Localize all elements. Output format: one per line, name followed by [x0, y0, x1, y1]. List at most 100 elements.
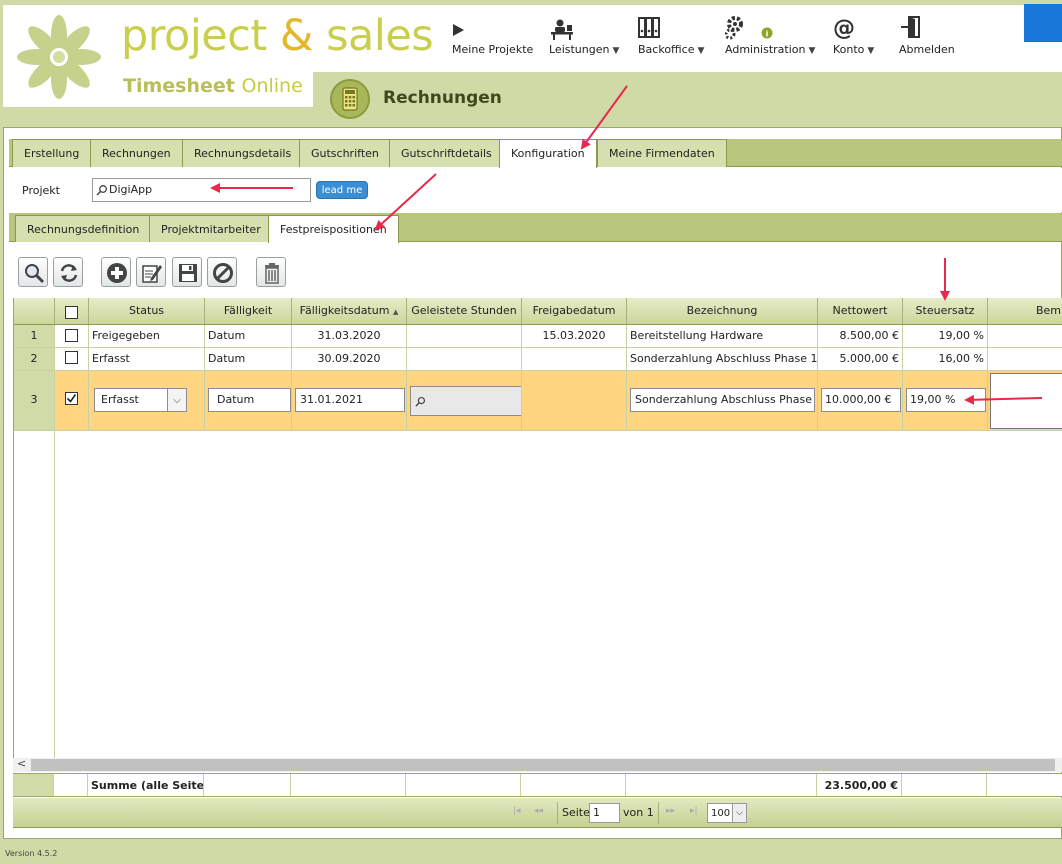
page-input[interactable]: 1	[589, 803, 620, 823]
steuersatz-field[interactable]: 19,00 %	[906, 388, 986, 412]
cell-stunden	[407, 348, 522, 370]
nav-abmelden[interactable]: Abmelden	[899, 16, 955, 56]
row-checkbox[interactable]	[65, 351, 78, 364]
tab-projektmitarbeiter[interactable]: Projektmitarbeiter	[149, 215, 273, 242]
tab-gutschriften[interactable]: Gutschriften	[299, 139, 391, 167]
header-bezeichnung[interactable]: Bezeichnung	[627, 298, 818, 324]
header-geleistete-stunden[interactable]: Geleistete Stunden	[407, 298, 522, 324]
summary-rownum	[13, 774, 54, 796]
row-select[interactable]	[55, 371, 89, 430]
last-page-icon[interactable]: ▸|	[690, 806, 698, 816]
trash-icon	[265, 263, 279, 284]
floppy-disk-icon	[179, 264, 197, 282]
nav-label: Meine Projekte	[452, 43, 534, 56]
tab-rechnungen[interactable]: Rechnungen	[90, 139, 183, 167]
prev-page-icon[interactable]: ◂◂	[534, 806, 543, 816]
delete-button[interactable]	[256, 257, 286, 287]
header-status[interactable]: Status	[89, 298, 205, 324]
cancel-icon	[213, 263, 233, 283]
project-input[interactable]: DigiApp	[92, 178, 311, 202]
lead-me-button[interactable]: lead me	[316, 181, 368, 199]
faelligkeitsdatum-field[interactable]: 31.01.2021	[295, 388, 405, 412]
cancel-button[interactable]	[207, 257, 237, 287]
tab-rechnungsdetails[interactable]: Rechnungsdetails	[182, 139, 304, 167]
bemerkung-field[interactable]	[990, 373, 1062, 429]
nav-meine-projekte[interactable]: Meine Projekte	[452, 16, 533, 56]
nav-konto[interactable]: @ Konto ▼	[833, 16, 874, 56]
sub-tabs: Rechnungsdefinition Projektmitarbeiter F…	[9, 213, 1062, 243]
header-freigabedatum[interactable]: Freigabedatum	[522, 298, 627, 324]
horizontal-scrollbar[interactable]: <	[13, 757, 1062, 772]
summary-label: Summe (alle Seiten):	[88, 774, 204, 796]
row-select[interactable]	[55, 348, 89, 370]
cell-faelligkeit: Datum	[205, 348, 292, 370]
nav-leistungen[interactable]: Leistungen ▼	[549, 16, 619, 56]
status-dropdown-button[interactable]: ⌵	[167, 388, 187, 412]
tab-meine-firmendaten[interactable]: Meine Firmendaten	[597, 139, 727, 167]
cell-stunden	[407, 371, 522, 430]
header-faelligkeitsdatum[interactable]: Fälligkeitsdatum ▲	[292, 298, 407, 324]
bezeichnung-field[interactable]: Sonderzahlung Abschluss Phase 2	[630, 388, 815, 412]
main-tabs: Erstellung Rechnungen Rechnungsdetails G…	[9, 139, 1062, 168]
summary-empty	[406, 774, 521, 796]
cell-bezeichnung: Sonderzahlung Abschluss Phase 1	[627, 348, 818, 370]
next-page-icon[interactable]: ▸▸	[666, 806, 675, 816]
header-nettowert[interactable]: Nettowert	[818, 298, 903, 324]
tab-konfiguration[interactable]: Konfiguration	[499, 139, 597, 168]
search-button[interactable]	[18, 257, 48, 287]
edit-note-icon	[142, 265, 162, 283]
summary-empty	[521, 774, 626, 796]
cell-status: Freigegeben	[89, 325, 205, 347]
header-steuersatz[interactable]: Steuersatz	[903, 298, 988, 324]
cell-faelligkeit: Datum	[205, 325, 292, 347]
header-select-all[interactable]	[55, 298, 89, 324]
svg-text:@: @	[833, 16, 855, 40]
refresh-button[interactable]	[53, 257, 83, 287]
status-select-value: Erfasst	[101, 393, 139, 406]
table-row[interactable]: 2 Erfasst Datum 30.09.2020 Sonderzahlung…	[14, 348, 1062, 371]
tab-festpreispositionen[interactable]: Festpreispositionen	[268, 215, 399, 243]
tab-gutschriftdetails[interactable]: Gutschriftdetails	[389, 139, 504, 167]
add-button[interactable]	[101, 257, 131, 287]
row-select[interactable]	[55, 325, 89, 347]
scroll-left-icon[interactable]: <	[17, 757, 26, 770]
first-page-icon[interactable]: |◂	[513, 806, 521, 816]
row-checkbox[interactable]	[65, 329, 78, 342]
sort-icon: ▲	[392, 308, 399, 316]
cell-bemerkung	[988, 348, 1062, 370]
header-bemerkung[interactable]: Bem	[988, 298, 1062, 324]
row-checkbox-checked[interactable]	[65, 392, 78, 405]
tab-erstellung[interactable]: Erstellung	[12, 139, 92, 167]
logout-icon	[899, 16, 955, 40]
scrollbar-thumb[interactable]	[31, 759, 1055, 771]
select-all-checkbox[interactable]	[65, 306, 78, 319]
cell-bemerkung	[988, 371, 1062, 430]
cell-nettowert: 8.500,00 €	[818, 325, 903, 347]
blue-square-widget[interactable]	[1024, 4, 1062, 42]
cell-steuersatz: 19,00 %	[903, 371, 988, 430]
cell-faelligkeitsdatum: 31.01.2021	[292, 371, 407, 430]
brand-title: project & sales	[121, 11, 434, 61]
search-icon	[415, 396, 426, 407]
table-row-editing[interactable]: 3 Erfasst ⌵ Datum 31.01.2021 Sonderzahlu…	[14, 371, 1062, 431]
grid-header: Status Fälligkeit Fälligkeitsdatum ▲ Gel…	[14, 298, 1062, 325]
nav-label: Backoffice	[638, 43, 695, 56]
project-label: Projekt	[22, 184, 60, 197]
header-faelligkeit[interactable]: Fälligkeit	[205, 298, 292, 324]
table-row[interactable]: 1 Freigegeben Datum 31.03.2020 15.03.202…	[14, 325, 1062, 348]
nettowert-field[interactable]: 10.000,00 €	[821, 388, 901, 412]
edit-button[interactable]	[136, 257, 166, 287]
cell-steuersatz: 19,00 %	[903, 325, 988, 347]
nav-administration[interactable]: i Administration ▼	[725, 16, 815, 56]
nav-backoffice[interactable]: Backoffice ▼	[638, 16, 704, 56]
of-pages-label: von 1	[623, 806, 654, 819]
cell-status: Erfasst ⌵	[89, 371, 205, 430]
faelligkeit-field[interactable]: Datum	[208, 388, 291, 412]
cell-faelligkeitsdatum: 31.03.2020	[292, 325, 407, 347]
pager-divider	[658, 802, 659, 824]
stunden-field[interactable]	[410, 386, 521, 416]
nav-label: Konto	[833, 43, 865, 56]
page-size-select[interactable]: 100 ⌵	[707, 803, 747, 823]
tab-rechnungsdefinition[interactable]: Rechnungsdefinition	[15, 215, 152, 242]
save-button[interactable]	[172, 257, 202, 287]
